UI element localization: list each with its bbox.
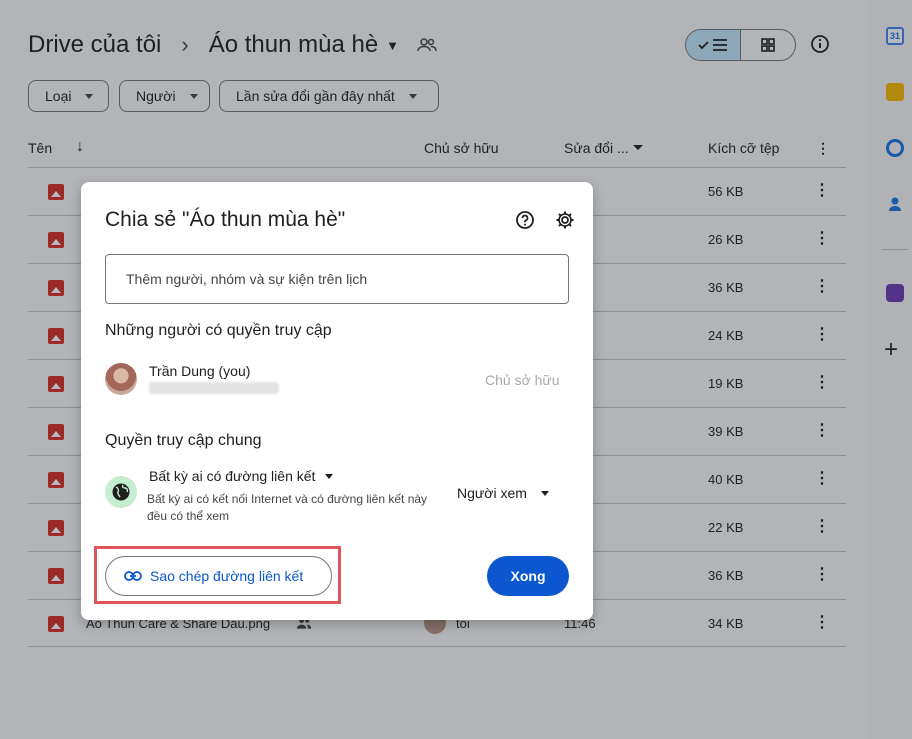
help-icon[interactable] (515, 210, 535, 230)
caret-down-icon (325, 473, 334, 479)
user-name: Trần Dung (you) (149, 363, 251, 379)
access-section-title: Những người có quyền truy cập (105, 322, 332, 339)
general-access-title: Quyền truy cập chung (105, 432, 262, 449)
general-access-value: Bất kỳ ai có đường liên kết (149, 468, 316, 484)
copy-link-highlight-box (94, 546, 341, 604)
done-button[interactable]: Xong (487, 556, 569, 596)
avatar (105, 363, 137, 395)
globe-icon (105, 476, 137, 508)
gear-icon[interactable] (555, 210, 575, 230)
user-email-redacted (149, 382, 279, 394)
dialog-title: Chia sẻ "Áo thun mùa hè" (105, 208, 346, 231)
general-access-description: Bất kỳ ai có kết nối Internet và có đườn… (147, 492, 428, 523)
role-select[interactable]: Người xem (457, 485, 549, 501)
user-role: Chủ sở hữu (485, 372, 560, 388)
caret-down-icon (540, 490, 549, 496)
add-people-input[interactable] (105, 254, 569, 304)
general-access-select[interactable]: Bất kỳ ai có đường liên kết (149, 468, 334, 484)
role-value: Người xem (457, 485, 527, 501)
